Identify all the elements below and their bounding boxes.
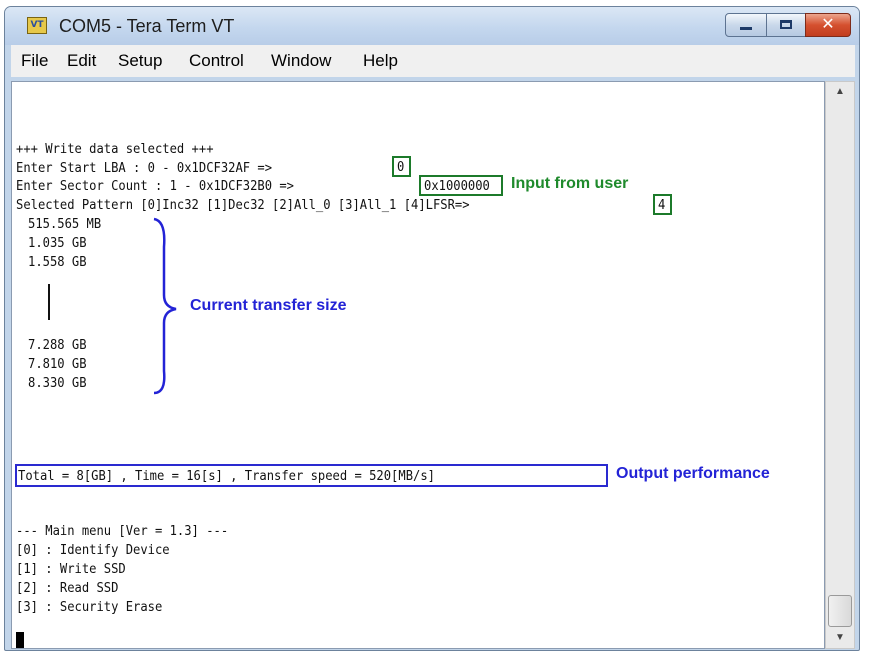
tera-term-icon: VT xyxy=(27,17,47,34)
tera-term-window: VT COM5 - Tera Term VT ✕ File Edit Setup… xyxy=(4,6,860,651)
transfer-size-line: 7.810 GB xyxy=(28,356,87,372)
main-menu-item: [1] : Write SSD xyxy=(16,561,126,577)
input-box-sector-count: 0x1000000 xyxy=(419,175,503,196)
main-menu-item: [2] : Read SSD xyxy=(16,580,119,596)
input-sector-count-value: 0x1000000 xyxy=(424,178,490,194)
maximize-button[interactable] xyxy=(766,13,806,37)
close-icon: ✕ xyxy=(821,14,835,33)
output-performance-box: Total = 8[GB] , Time = 16[s] , Transfer … xyxy=(15,464,608,487)
input-box-start-lba: 0 xyxy=(392,156,411,177)
curly-brace-icon xyxy=(153,217,177,395)
terminal-cursor xyxy=(16,632,24,648)
transfer-size-line: 8.330 GB xyxy=(28,375,87,391)
menu-file[interactable]: File xyxy=(21,51,48,71)
menu-window[interactable]: Window xyxy=(271,51,331,71)
menu-setup[interactable]: Setup xyxy=(118,51,162,71)
input-start-lba-value: 0 xyxy=(397,159,405,175)
annotation-output-performance: Output performance xyxy=(616,465,770,482)
terminal-line-sector-count: Enter Sector Count : 1 - 0x1DCF32B0 => xyxy=(16,178,294,194)
scrollbar-thumb[interactable] xyxy=(828,595,852,627)
main-menu-item: [0] : Identify Device xyxy=(16,542,170,558)
input-box-pattern: 4 xyxy=(653,194,672,215)
terminal-line-start-lba: Enter Start LBA : 0 - 0x1DCF32AF => xyxy=(16,160,273,176)
menu-bar: File Edit Setup Control Window Help xyxy=(11,45,855,77)
main-menu-item: [3] : Security Erase xyxy=(16,599,163,615)
menu-control[interactable]: Control xyxy=(189,51,244,71)
transfer-size-line: 1.558 GB xyxy=(28,254,87,270)
close-button[interactable]: ✕ xyxy=(805,13,851,37)
scroll-up-arrow-icon[interactable]: ▲ xyxy=(826,82,854,102)
ellipsis-vertical-bar xyxy=(48,284,50,320)
title-bar[interactable]: VT COM5 - Tera Term VT ✕ xyxy=(5,7,859,45)
terminal-output[interactable]: +++ Write data selected +++ Enter Start … xyxy=(11,81,825,649)
performance-summary: Total = 8[GB] , Time = 16[s] , Transfer … xyxy=(18,468,435,484)
transfer-size-line: 7.288 GB xyxy=(28,337,87,353)
terminal-line-pattern: Selected Pattern [0]Inc32 [1]Dec32 [2]Al… xyxy=(16,197,470,213)
window-title: COM5 - Tera Term VT xyxy=(59,16,235,36)
menu-edit[interactable]: Edit xyxy=(67,51,96,71)
main-menu-header: --- Main menu [Ver = 1.3] --- xyxy=(16,523,229,539)
transfer-size-line: 515.565 MB xyxy=(28,216,102,232)
transfer-size-line: 1.035 GB xyxy=(28,235,87,251)
menu-help[interactable]: Help xyxy=(363,51,398,71)
input-pattern-value: 4 xyxy=(658,197,666,213)
maximize-icon xyxy=(780,20,792,29)
vertical-scrollbar[interactable]: ▲ ▼ xyxy=(825,81,855,649)
minimize-icon xyxy=(740,27,752,30)
minimize-button[interactable] xyxy=(725,13,767,37)
scroll-down-arrow-icon[interactable]: ▼ xyxy=(826,628,854,648)
annotation-current-transfer-size: Current transfer size xyxy=(190,297,347,314)
terminal-line-header: +++ Write data selected +++ xyxy=(16,141,214,157)
annotation-input-from-user: Input from user xyxy=(511,175,629,192)
